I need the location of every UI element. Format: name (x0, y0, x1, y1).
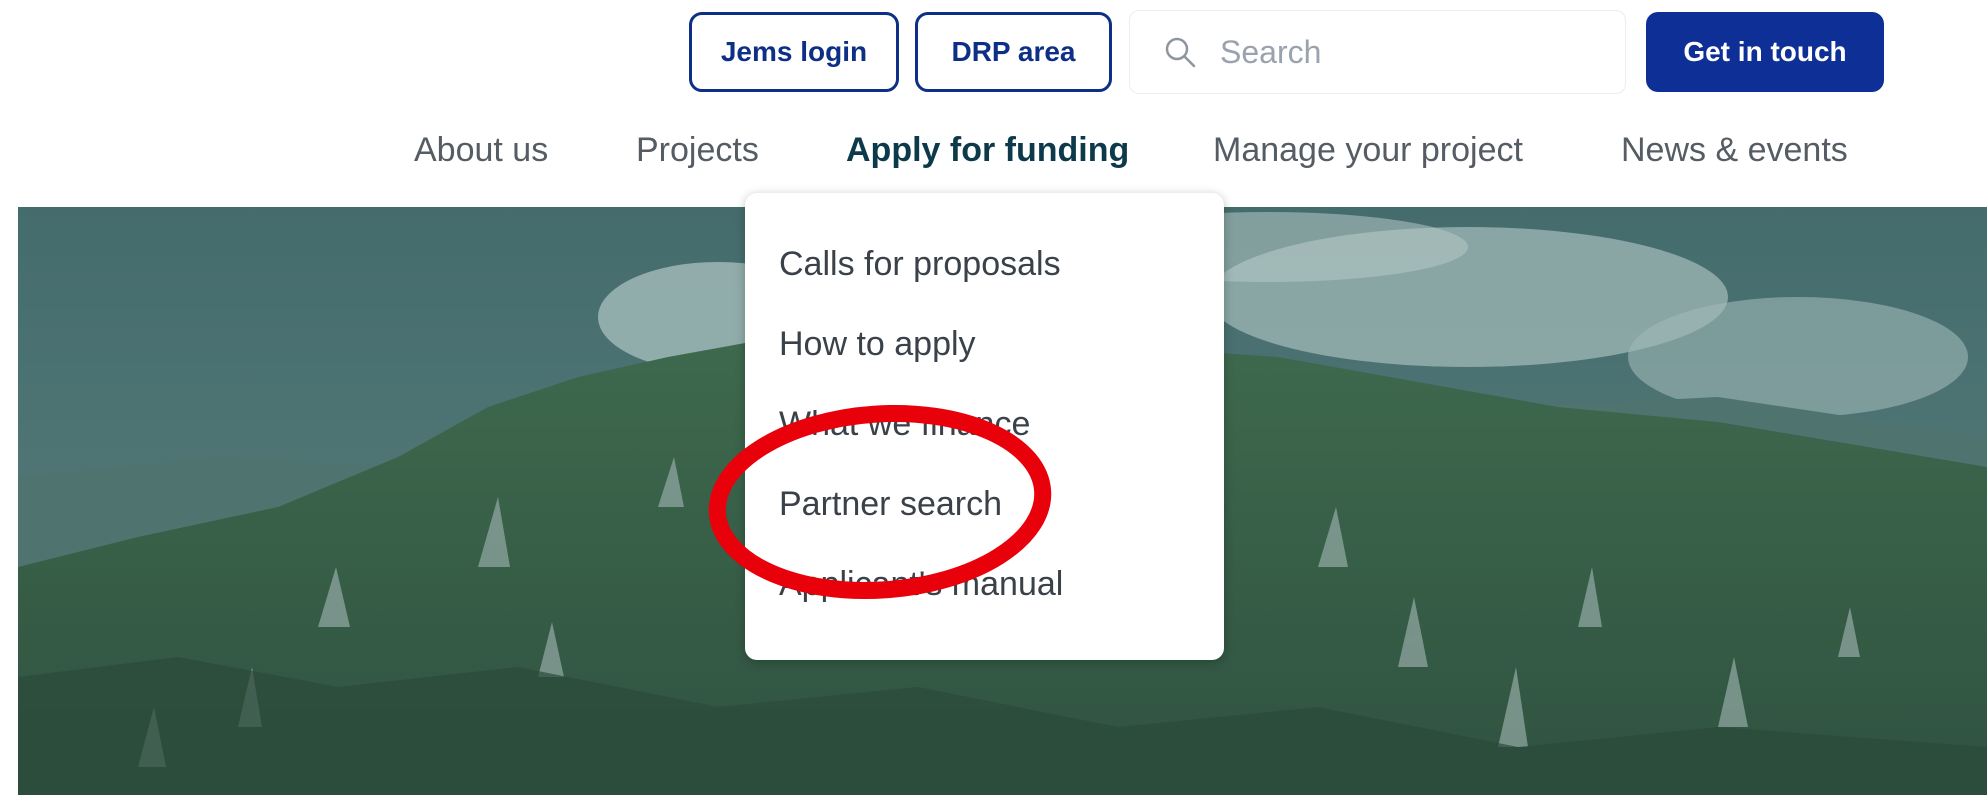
nav-item-apply-for-funding[interactable]: Apply for funding (846, 131, 1129, 170)
nav-item-news-events[interactable]: News & events (1621, 131, 1848, 170)
dropdown-item-partner-search[interactable]: Partner search (779, 485, 1002, 524)
nav-item-manage-your-project[interactable]: Manage your project (1213, 131, 1523, 170)
jems-login-button[interactable]: Jems login (689, 12, 899, 92)
search-placeholder: Search (1220, 33, 1322, 70)
search-icon (1163, 35, 1197, 69)
dropdown-item-what-we-finance[interactable]: What we finance (779, 405, 1030, 444)
nav-item-projects[interactable]: Projects (636, 131, 759, 170)
get-in-touch-button[interactable]: Get in touch (1646, 12, 1884, 92)
nav-item-about-us[interactable]: About us (414, 131, 548, 170)
dropdown-item-how-to-apply[interactable]: How to apply (779, 325, 976, 364)
dropdown-item-calls-for-proposals[interactable]: Calls for proposals (779, 245, 1061, 284)
search-input[interactable]: Search (1129, 10, 1626, 94)
page: Jems login DRP area Search Get in touch … (0, 0, 1987, 795)
dropdown-item-applicants-manual[interactable]: Applicant's manual (779, 565, 1063, 604)
apply-for-funding-dropdown: Calls for proposals How to apply What we… (745, 193, 1224, 660)
drp-area-button[interactable]: DRP area (915, 12, 1112, 92)
